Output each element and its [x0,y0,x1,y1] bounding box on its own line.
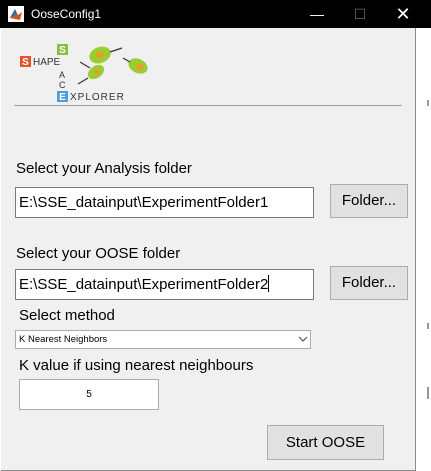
analysis-folder-button[interactable]: Folder... [330,184,408,218]
text-caret [268,275,270,292]
oose-folder-path: E:\SSE_datainput\ExperimentFolder2 [19,276,269,293]
svg-text:A: A [59,70,65,80]
analysis-folder-path: E:\SSE_datainput\ExperimentFolder1 [19,194,269,211]
chevron-down-icon [298,336,308,342]
method-dropdown[interactable]: K Nearest Neighbors [15,330,311,349]
start-oose-button[interactable]: Start OOSE [267,425,384,460]
svg-text:XPLORER: XPLORER [70,92,125,103]
window-edge-mark [427,100,429,106]
method-label: Select method [19,307,115,324]
k-value-label: K value if using nearest neighbours [19,357,254,374]
svg-text:HAPE: HAPE [33,57,61,68]
title-bar[interactable]: OoseConfig1 — ☐ ✕ [0,0,431,28]
svg-text:C: C [59,80,66,90]
shape-space-explorer-logo: S HAPE S A C E XPLORER [20,44,148,103]
analysis-folder-label: Select your Analysis folder [16,160,192,177]
svg-text:S: S [59,45,66,56]
background-strip [416,28,431,471]
oose-folder-label: Select your OOSE folder [16,245,181,262]
k-value-input[interactable]: 5 [19,379,159,410]
window-title: OoseConfig1 [31,7,102,21]
svg-text:E: E [59,92,66,103]
close-button[interactable]: ✕ [381,0,425,28]
header-divider [14,105,402,106]
analysis-folder-input[interactable]: E:\SSE_datainput\ExperimentFolder1 [15,187,314,218]
matlab-icon [8,6,24,22]
oose-folder-input[interactable]: E:\SSE_datainput\ExperimentFolder2 [15,269,314,300]
window-edge-mark [427,387,429,399]
method-selected-value: K Nearest Neighbors [19,334,108,345]
svg-text:S: S [22,57,29,68]
window-edge-mark [427,323,429,329]
maximize-button[interactable]: ☐ [338,0,382,28]
minimize-button[interactable]: — [295,0,339,28]
oose-folder-button[interactable]: Folder... [330,266,408,300]
